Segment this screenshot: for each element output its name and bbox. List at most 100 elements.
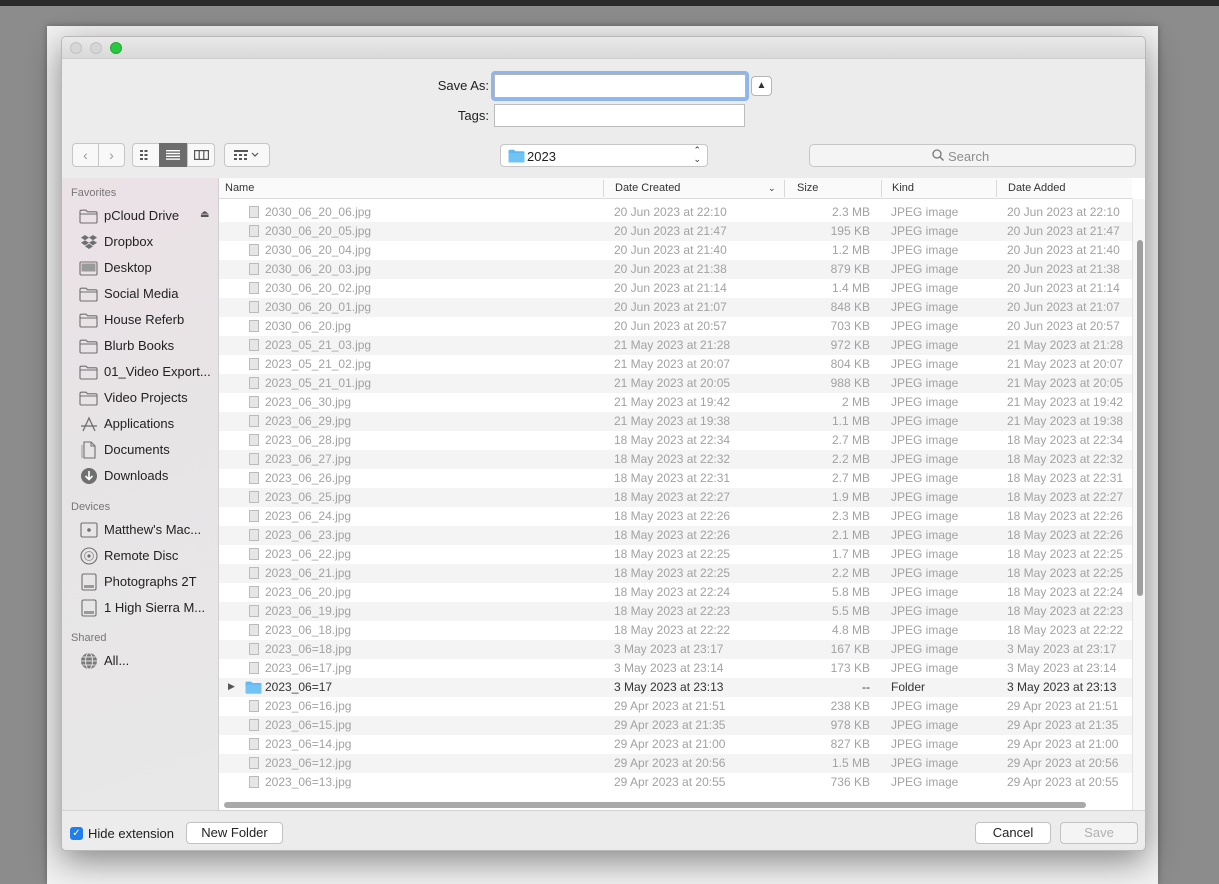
cell-added: 21 May 2023 at 19:38 <box>1007 414 1124 428</box>
file-row[interactable]: 2023_06_23.jpg 18 May 2023 at 22:26 2.1 MB… <box>219 526 1132 545</box>
column-date-created[interactable]: Date Created <box>615 182 680 194</box>
file-row[interactable]: 2023_05_21_02.jpg 21 May 2023 at 20:07 804… <box>219 355 1132 374</box>
file-row[interactable]: 2023_05_21_03.jpg 21 May 2023 at 21:28 972… <box>219 336 1132 355</box>
sidebar-item-remote-disc[interactable]: Remote Disc <box>62 543 219 569</box>
expand-dialog-button[interactable]: ▲ <box>751 76 772 96</box>
file-row[interactable]: 2023_06_18.jpg 18 May 2023 at 22:22 4.8 MB… <box>219 621 1132 640</box>
cell-kind: JPEG image <box>891 300 959 314</box>
file-row[interactable]: 2030_06_20_06.jpg 20 Jun 2023 at 22:10 2.3… <box>219 203 1132 222</box>
column-size[interactable]: Size <box>797 182 818 194</box>
file-row[interactable]: 2023_06_21.jpg 18 May 2023 at 22:25 2.2 MB… <box>219 564 1132 583</box>
file-row[interactable]: 2023_06=18.jpg 3 May 2023 at 23:17 167 KB J… <box>219 640 1132 659</box>
column-name[interactable]: Name <box>225 182 254 194</box>
sidebar-item-label: Matthew's Mac... <box>104 522 202 537</box>
back-button[interactable]: ‹ <box>72 143 99 167</box>
sidebar-item-1-high-sierra-m[interactable]: 1 High Sierra M... <box>62 595 219 621</box>
sidebar-item-desktop[interactable]: Desktop <box>62 255 219 281</box>
list-view-button[interactable] <box>159 143 187 167</box>
image-thumbnail-icon <box>249 282 259 294</box>
sidebar-item-downloads[interactable]: Downloads <box>62 463 219 489</box>
column-divider[interactable] <box>996 180 997 197</box>
file-row[interactable]: 2023_06=15.jpg 29 Apr 2023 at 21:35 978 KB… <box>219 716 1132 735</box>
cell-added: 20 Jun 2023 at 21:14 <box>1007 281 1120 295</box>
disclosure-triangle-icon[interactable]: ▶ <box>228 681 235 692</box>
file-row[interactable]: 2023_06_27.jpg 18 May 2023 at 22:32 2.2 MB… <box>219 450 1132 469</box>
file-row[interactable]: 2023_06=14.jpg 29 Apr 2023 at 21:00 827 KB… <box>219 735 1132 754</box>
chevron-up-icon: ▲ <box>756 80 767 91</box>
file-row[interactable]: 2023_06_25.jpg 18 May 2023 at 22:27 1.9 MB… <box>219 488 1132 507</box>
cell-name: 2023_06=14.jpg <box>265 737 352 751</box>
save-button[interactable]: Save <box>1060 822 1138 844</box>
group-icon <box>234 150 259 160</box>
sidebar-item-blurb-books[interactable]: Blurb Books <box>62 333 219 359</box>
forward-button[interactable]: › <box>98 143 125 167</box>
column-divider[interactable] <box>784 180 785 197</box>
column-date-added[interactable]: Date Added <box>1008 182 1066 194</box>
file-row[interactable]: 2023_06_24.jpg 18 May 2023 at 22:26 2.3 MB… <box>219 507 1132 526</box>
icon-view-button[interactable] <box>132 143 160 167</box>
file-row[interactable]: 2023_06=13.jpg 29 Apr 2023 at 20:55 736 KB… <box>219 773 1132 792</box>
tags-input[interactable] <box>494 104 745 127</box>
file-row[interactable]: 2030_06_20_05.jpg 20 Jun 2023 at 21:47 195… <box>219 222 1132 241</box>
cell-size: 1.5 MB <box>831 756 870 770</box>
sidebar-item-social-media[interactable]: Social Media <box>62 281 219 307</box>
file-row[interactable]: 2030_06_20.jpg 20 Jun 2023 at 20:57 703 KB… <box>219 317 1132 336</box>
hide-extension-checkbox[interactable]: ✓ <box>70 827 83 840</box>
file-row[interactable]: 2030_06_20_02.jpg 20 Jun 2023 at 21:14 1.4… <box>219 279 1132 298</box>
column-kind[interactable]: Kind <box>892 182 914 194</box>
search-input[interactable] <box>948 147 1118 165</box>
file-row[interactable]: 2023_06=12.jpg 29 Apr 2023 at 20:56 1.5 MB… <box>219 754 1132 773</box>
sidebar-item-dropbox[interactable]: Dropbox <box>62 229 219 255</box>
list-header: Name Date Created ⌄ Size Kind Date Added <box>219 178 1132 199</box>
file-row[interactable]: 2023_06_22.jpg 18 May 2023 at 22:25 1.7 MB… <box>219 545 1132 564</box>
sidebar-item-photographs-2t[interactable]: Photographs 2T <box>62 569 219 595</box>
file-row[interactable]: 2023_06_30.jpg 21 May 2023 at 19:42 2 MB JP… <box>219 393 1132 412</box>
cancel-button[interactable]: Cancel <box>975 822 1051 844</box>
file-row[interactable]: 2023_06=17.jpg 3 May 2023 at 23:14 173 KB J… <box>219 659 1132 678</box>
eject-icon[interactable]: ⏏ <box>200 209 209 220</box>
group-by-button[interactable] <box>224 143 270 167</box>
image-thumbnail-icon <box>249 263 259 275</box>
column-view-button[interactable] <box>187 143 215 167</box>
file-row[interactable]: 2023_06_26.jpg 18 May 2023 at 22:31 2.7 MB… <box>219 469 1132 488</box>
cell-added: 3 May 2023 at 23:13 <box>1007 680 1117 694</box>
sidebar-item-house-referb[interactable]: House Referb <box>62 307 219 333</box>
file-row[interactable]: 2023_05_21_01.jpg 21 May 2023 at 20:05 988… <box>219 374 1132 393</box>
cell-kind: JPEG image <box>891 718 959 732</box>
sidebar-item-matthew-s-mac[interactable]: Matthew's Mac... <box>62 517 219 543</box>
file-row[interactable]: 2030_06_20_03.jpg 20 Jun 2023 at 21:38 879… <box>219 260 1132 279</box>
zoom-window-button[interactable] <box>110 42 122 54</box>
cell-name: 2030_06_20.jpg <box>265 319 352 333</box>
file-row[interactable]: 2023_06_19.jpg 18 May 2023 at 22:23 5.5 MB… <box>219 602 1132 621</box>
sidebar-item-video-projects[interactable]: Video Projects <box>62 385 219 411</box>
folder-row[interactable]: ▶ 2023_06=17 3 May 2023 at 23:13 -- Folder 3 … <box>219 678 1132 697</box>
desktop-icon <box>79 259 98 277</box>
save-as-input[interactable] <box>491 71 749 101</box>
file-row[interactable]: 2023_06_28.jpg 18 May 2023 at 22:34 2.7 MB… <box>219 431 1132 450</box>
sidebar-item-applications[interactable]: Applications <box>62 411 219 437</box>
cell-added: 29 Apr 2023 at 21:00 <box>1007 737 1119 751</box>
file-row[interactable]: 2023_06_20.jpg 18 May 2023 at 22:24 5.8 MB… <box>219 583 1132 602</box>
column-divider[interactable] <box>603 180 604 197</box>
hide-extension-label[interactable]: Hide extension <box>88 826 174 841</box>
file-row[interactable]: 2030_06_20_04.jpg 20 Jun 2023 at 21:40 1.2… <box>219 241 1132 260</box>
location-popup[interactable]: 2023 ⌃ ⌄ <box>500 144 708 167</box>
cell-created: 18 May 2023 at 22:26 <box>614 528 731 542</box>
column-divider[interactable] <box>881 180 882 197</box>
file-row[interactable]: 2023_06=16.jpg 29 Apr 2023 at 21:51 238 KB… <box>219 697 1132 716</box>
new-folder-button[interactable]: New Folder <box>186 822 283 844</box>
sidebar-item-documents[interactable]: Documents <box>62 437 219 463</box>
bottom-bar: ✓ Hide extension New Folder Cancel Save <box>62 810 1145 850</box>
vertical-scrollbar[interactable] <box>1137 240 1143 596</box>
file-row[interactable]: 2030_06_20_01.jpg 20 Jun 2023 at 21:07 848… <box>219 298 1132 317</box>
minimize-window-button[interactable] <box>90 42 102 54</box>
cell-size: 5.8 MB <box>831 585 870 599</box>
sidebar-item-all[interactable]: All... <box>62 648 219 674</box>
search-field[interactable] <box>809 144 1136 167</box>
close-window-button[interactable] <box>70 42 82 54</box>
cell-created: 18 May 2023 at 22:27 <box>614 490 731 504</box>
horizontal-scrollbar[interactable] <box>224 802 1086 808</box>
file-row[interactable]: 2023_06_29.jpg 21 May 2023 at 19:38 1.1 MB… <box>219 412 1132 431</box>
sidebar-item-pcloud-drive[interactable]: pCloud Drive ⏏ <box>62 203 219 229</box>
sidebar-item-01-video-export[interactable]: 01_Video Export... <box>62 359 219 385</box>
